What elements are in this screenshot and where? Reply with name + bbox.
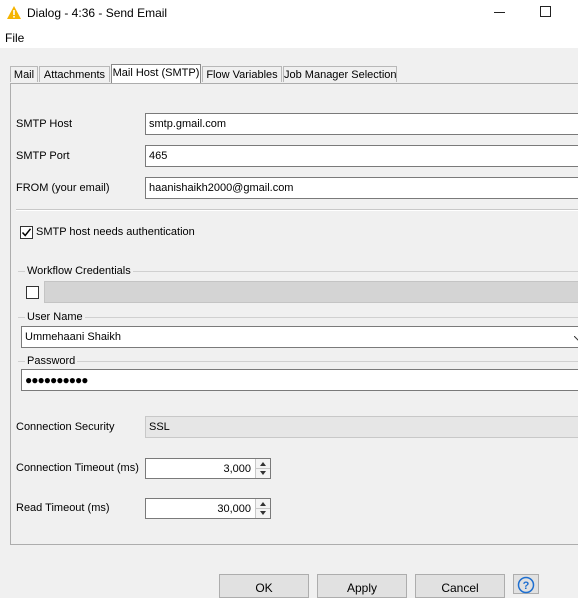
tab-mail-host-smtp[interactable]: Mail Host (SMTP): [111, 64, 201, 83]
read-timeout-stepper: [255, 499, 270, 518]
ok-button[interactable]: OK: [219, 574, 309, 598]
tab-mail[interactable]: Mail: [10, 66, 38, 82]
decrement-button[interactable]: [256, 509, 270, 518]
smtp-port-input[interactable]: 465: [145, 145, 578, 167]
connection-timeout-stepper: [255, 459, 270, 478]
tab-flow-variables[interactable]: Flow Variables: [202, 66, 282, 82]
smtp-port-label: SMTP Port: [16, 150, 70, 162]
smtp-host-input[interactable]: smtp.gmail.com: [145, 113, 578, 135]
apply-button[interactable]: Apply: [317, 574, 407, 598]
minimize-button[interactable]: [494, 12, 505, 13]
help-button[interactable]: ?: [513, 574, 539, 594]
decrement-button[interactable]: [256, 469, 270, 478]
connection-security-select[interactable]: SSL: [145, 416, 578, 438]
username-group-border: [18, 317, 578, 318]
svg-text:?: ?: [523, 580, 530, 592]
maximize-button[interactable]: [540, 6, 551, 17]
increment-button[interactable]: [256, 459, 270, 469]
chevron-down-icon: [574, 336, 578, 341]
password-group-title: Password: [25, 355, 78, 367]
read-timeout-spinner[interactable]: 30,000: [145, 498, 271, 519]
password-input[interactable]: ●●●●●●●●●●: [21, 369, 578, 391]
workflow-credentials-checkbox[interactable]: [26, 286, 39, 299]
connection-security-label: Connection Security: [16, 421, 115, 433]
username-input[interactable]: Ummehaani Shaikh: [21, 326, 578, 348]
warning-triangle-icon: [7, 6, 21, 19]
tab-job-manager-selection[interactable]: Job Manager Selection: [283, 66, 397, 82]
window-title: Dialog - 4:36 - Send Email: [27, 6, 168, 20]
connection-timeout-label: Connection Timeout (ms): [16, 462, 139, 474]
read-timeout-label: Read Timeout (ms): [16, 502, 110, 514]
increment-button[interactable]: [256, 499, 270, 509]
help-icon: ?: [517, 576, 535, 594]
checkmark-icon: [21, 228, 32, 237]
username-group-title: User Name: [25, 311, 85, 323]
title-bar: Dialog - 4:36 - Send Email: [0, 0, 578, 26]
workflow-credentials-group-title: Workflow Credentials: [25, 265, 133, 277]
password-group-border: [18, 361, 578, 362]
tab-attachments[interactable]: Attachments: [39, 66, 110, 82]
section-divider: [16, 209, 578, 211]
from-email-label: FROM (your email): [16, 182, 110, 194]
menu-file[interactable]: File: [5, 31, 24, 45]
auth-label: SMTP host needs authentication: [36, 226, 195, 238]
workflow-credentials-dropdown: [44, 281, 578, 303]
auth-checkbox[interactable]: [20, 226, 33, 239]
from-email-input[interactable]: haanishaikh2000@gmail.com: [145, 177, 578, 199]
menu-bar: File: [0, 26, 578, 48]
connection-timeout-spinner[interactable]: 3,000: [145, 458, 271, 479]
smtp-host-label: SMTP Host: [16, 118, 73, 130]
cancel-button[interactable]: Cancel: [415, 574, 505, 598]
